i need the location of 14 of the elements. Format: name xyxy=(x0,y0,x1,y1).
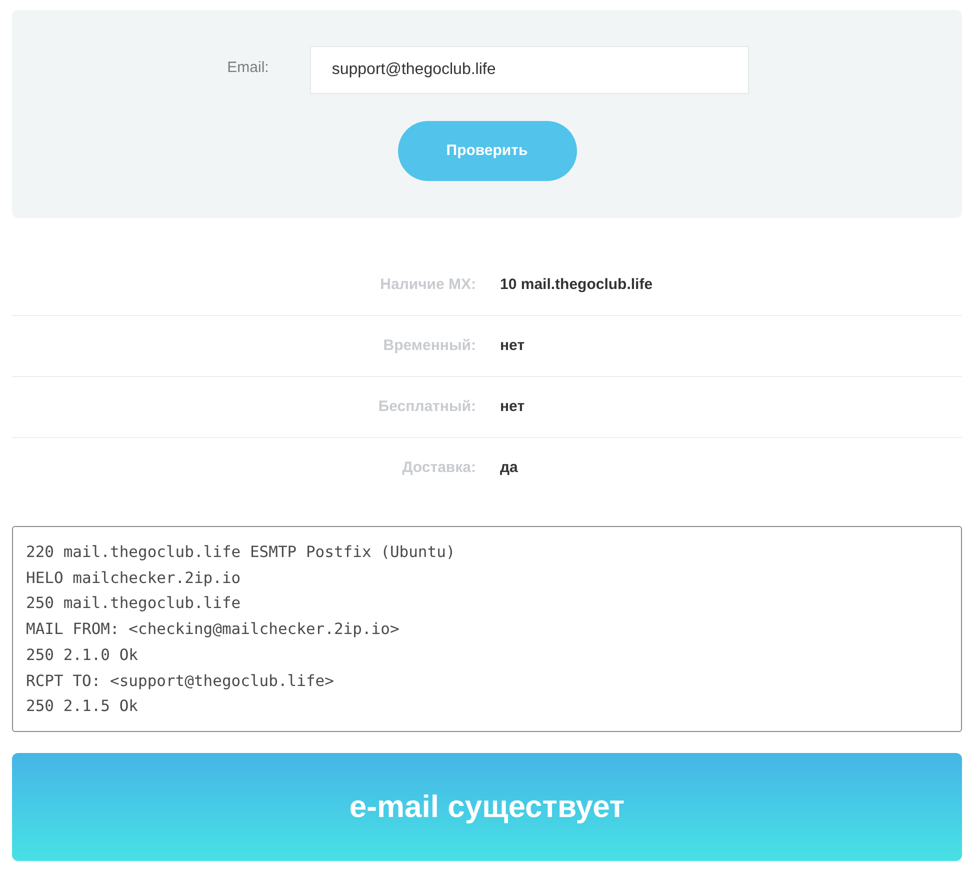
log-line: 250 2.1.5 Ok xyxy=(26,696,138,718)
result-value: нет xyxy=(500,336,525,356)
log-line: 250 mail.thegoclub.life xyxy=(26,593,241,614)
result-value: да xyxy=(500,458,518,478)
result-value: нет xyxy=(500,396,525,417)
email-label: Email: xyxy=(227,58,269,78)
log-line: MAIL FROM: <checking@mailchecker.2ip.io> xyxy=(26,619,400,640)
log-line: 250 2.1.0 Ok xyxy=(26,644,138,666)
log-line: HELO mailchecker.2ip.io xyxy=(26,568,241,589)
verdict-text: e-mail существует xyxy=(349,788,625,826)
log-line: 220 mail.thegoclub.life ESMTP Postfix (Ubuntu) xyxy=(26,542,456,563)
result-value: 10 mail.thegoclub.life xyxy=(500,274,653,295)
email-input[interactable]: support@thegoclub.life xyxy=(310,46,749,94)
log-line: RCPT TO: <support@thegoclub.life> xyxy=(26,670,334,692)
